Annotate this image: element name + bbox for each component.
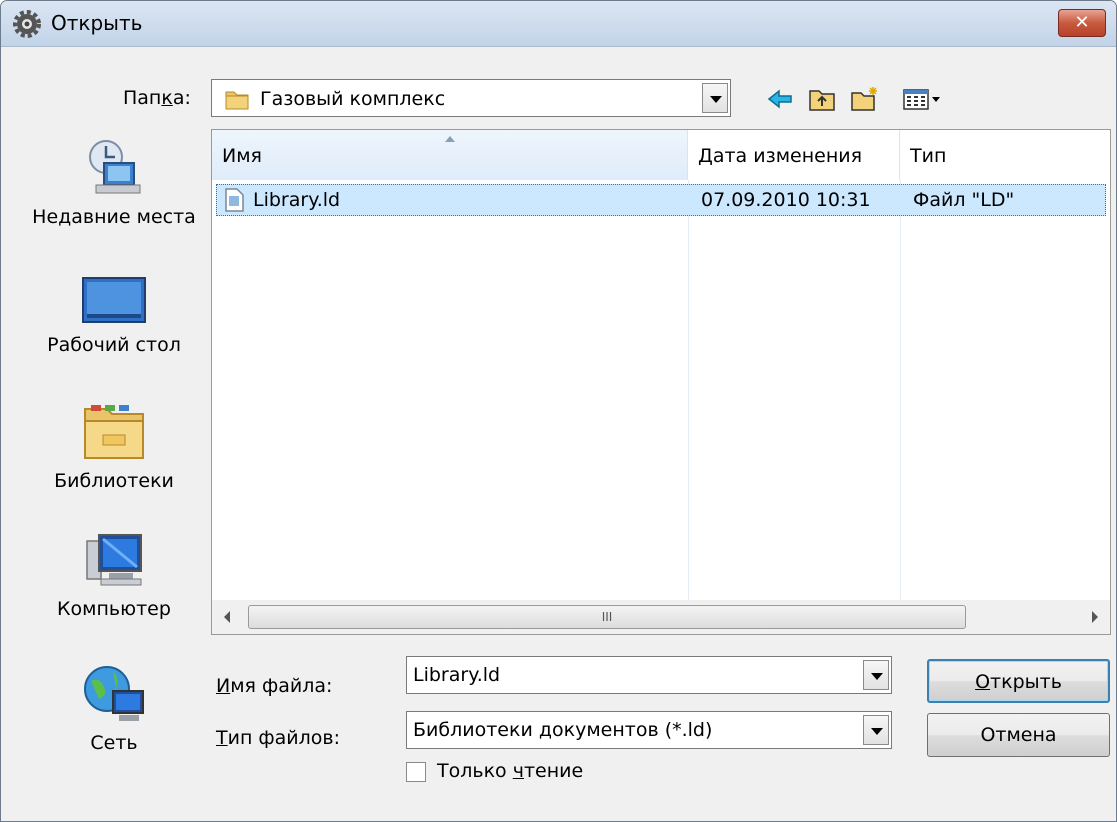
file-date-cell: 07.09.2010 10:31 <box>701 189 871 211</box>
cancel-button[interactable]: Отмена <box>927 713 1110 757</box>
folder-combobox[interactable]: Газовый комплекс <box>211 79 731 117</box>
folder-label-accel: к <box>161 87 173 109</box>
place-label: Рабочий стол <box>47 334 181 356</box>
folder-icon <box>225 91 249 110</box>
folder-label-prefix: Пап <box>123 87 162 109</box>
app-gear-icon <box>13 10 41 38</box>
place-recent[interactable]: Недавние места <box>29 137 199 229</box>
file-name-combobox[interactable]: Library.ld <box>406 656 892 694</box>
column-header-label: Дата изменения <box>698 145 863 167</box>
cancel-button-label: Отмена <box>980 724 1057 746</box>
view-menu-icon[interactable] <box>901 85 941 113</box>
file-row[interactable]: Library.ld 07.09.2010 10:31 Файл "LD" <box>216 184 1106 216</box>
open-button-rest: ткрыть <box>990 671 1062 693</box>
column-header-name[interactable]: Имя <box>212 130 688 180</box>
column-divider <box>900 180 901 600</box>
scroll-right-arrow[interactable] <box>1092 611 1098 623</box>
scroll-left-arrow[interactable] <box>224 611 230 623</box>
place-libraries[interactable]: Библиотеки <box>29 399 199 493</box>
file-list[interactable]: Имя Дата изменения Тип Library.ld 07.09.… <box>211 129 1111 635</box>
desktop-icon <box>82 277 146 323</box>
close-button[interactable]: ✕ <box>1058 9 1106 37</box>
file-name-label: Имя файла: <box>216 675 332 697</box>
place-label: Библиотеки <box>54 470 174 492</box>
place-network[interactable]: Сеть <box>29 663 199 755</box>
file-type-label-accel: Т <box>216 727 228 749</box>
file-type-cell: Файл "LD" <box>913 189 1015 211</box>
file-name-dropdown-arrow[interactable] <box>863 660 889 690</box>
place-label: Компьютер <box>57 598 171 620</box>
scroll-thumb[interactable]: III <box>248 605 966 629</box>
close-icon: ✕ <box>1074 12 1090 33</box>
folder-value: Газовый комплекс <box>260 88 446 110</box>
network-icon <box>84 666 144 721</box>
folder-dropdown-arrow[interactable] <box>702 83 728 113</box>
file-name-label-rest: мя файла: <box>230 675 333 697</box>
horizontal-scrollbar[interactable]: III <box>212 600 1110 634</box>
column-header-type[interactable]: Тип <box>900 130 1110 180</box>
window-title: Открыть <box>51 11 143 35</box>
column-header-label: Имя <box>222 145 262 167</box>
file-type-dropdown-arrow[interactable] <box>863 715 889 745</box>
open-button-accel: О <box>975 671 991 693</box>
up-folder-icon[interactable] <box>807 85 837 113</box>
read-only-label[interactable]: Только чтение <box>437 760 583 782</box>
scroll-thumb-grip: III <box>601 610 613 624</box>
file-type-label: Тип файлов: <box>216 727 340 749</box>
open-file-dialog: Открыть ✕ Папка: Газовый комплекс Недавн… <box>0 0 1117 822</box>
places-bar: Недавние места Рабочий стол Библиотеки К… <box>29 127 199 754</box>
place-label: Недавние места <box>32 206 196 228</box>
libraries-icon <box>84 405 144 459</box>
file-icon <box>225 188 244 212</box>
file-type-combobox[interactable]: Библиотеки документов (*.ld) <box>406 711 892 749</box>
file-name-value: Library.ld <box>413 664 501 686</box>
place-desktop[interactable]: Рабочий стол <box>29 275 199 357</box>
folder-label: Папка: <box>123 87 191 109</box>
read-only-label-prefix: Только <box>437 760 513 782</box>
column-divider <box>688 180 689 600</box>
title-bar: Открыть ✕ <box>1 1 1116 47</box>
file-name-label-accel: И <box>216 675 231 697</box>
folder-label-suffix: а: <box>172 87 191 109</box>
open-button[interactable]: Открыть <box>927 659 1110 703</box>
place-label: Сеть <box>90 732 138 754</box>
computer-icon <box>86 534 142 586</box>
column-header-label: Тип <box>910 145 947 167</box>
place-computer[interactable]: Компьютер <box>29 531 199 621</box>
new-folder-icon[interactable] <box>849 85 879 113</box>
column-header-date[interactable]: Дата изменения <box>688 130 900 180</box>
file-name-cell: Library.ld <box>253 189 341 211</box>
read-only-label-suffix: тение <box>523 760 584 782</box>
file-type-label-rest: ип файлов: <box>227 727 341 749</box>
file-type-value: Библиотеки документов (*.ld) <box>413 719 713 741</box>
read-only-label-accel: ч <box>512 760 524 782</box>
back-icon[interactable] <box>765 85 795 113</box>
recent-places-icon <box>89 140 141 194</box>
read-only-checkbox[interactable] <box>406 762 426 782</box>
